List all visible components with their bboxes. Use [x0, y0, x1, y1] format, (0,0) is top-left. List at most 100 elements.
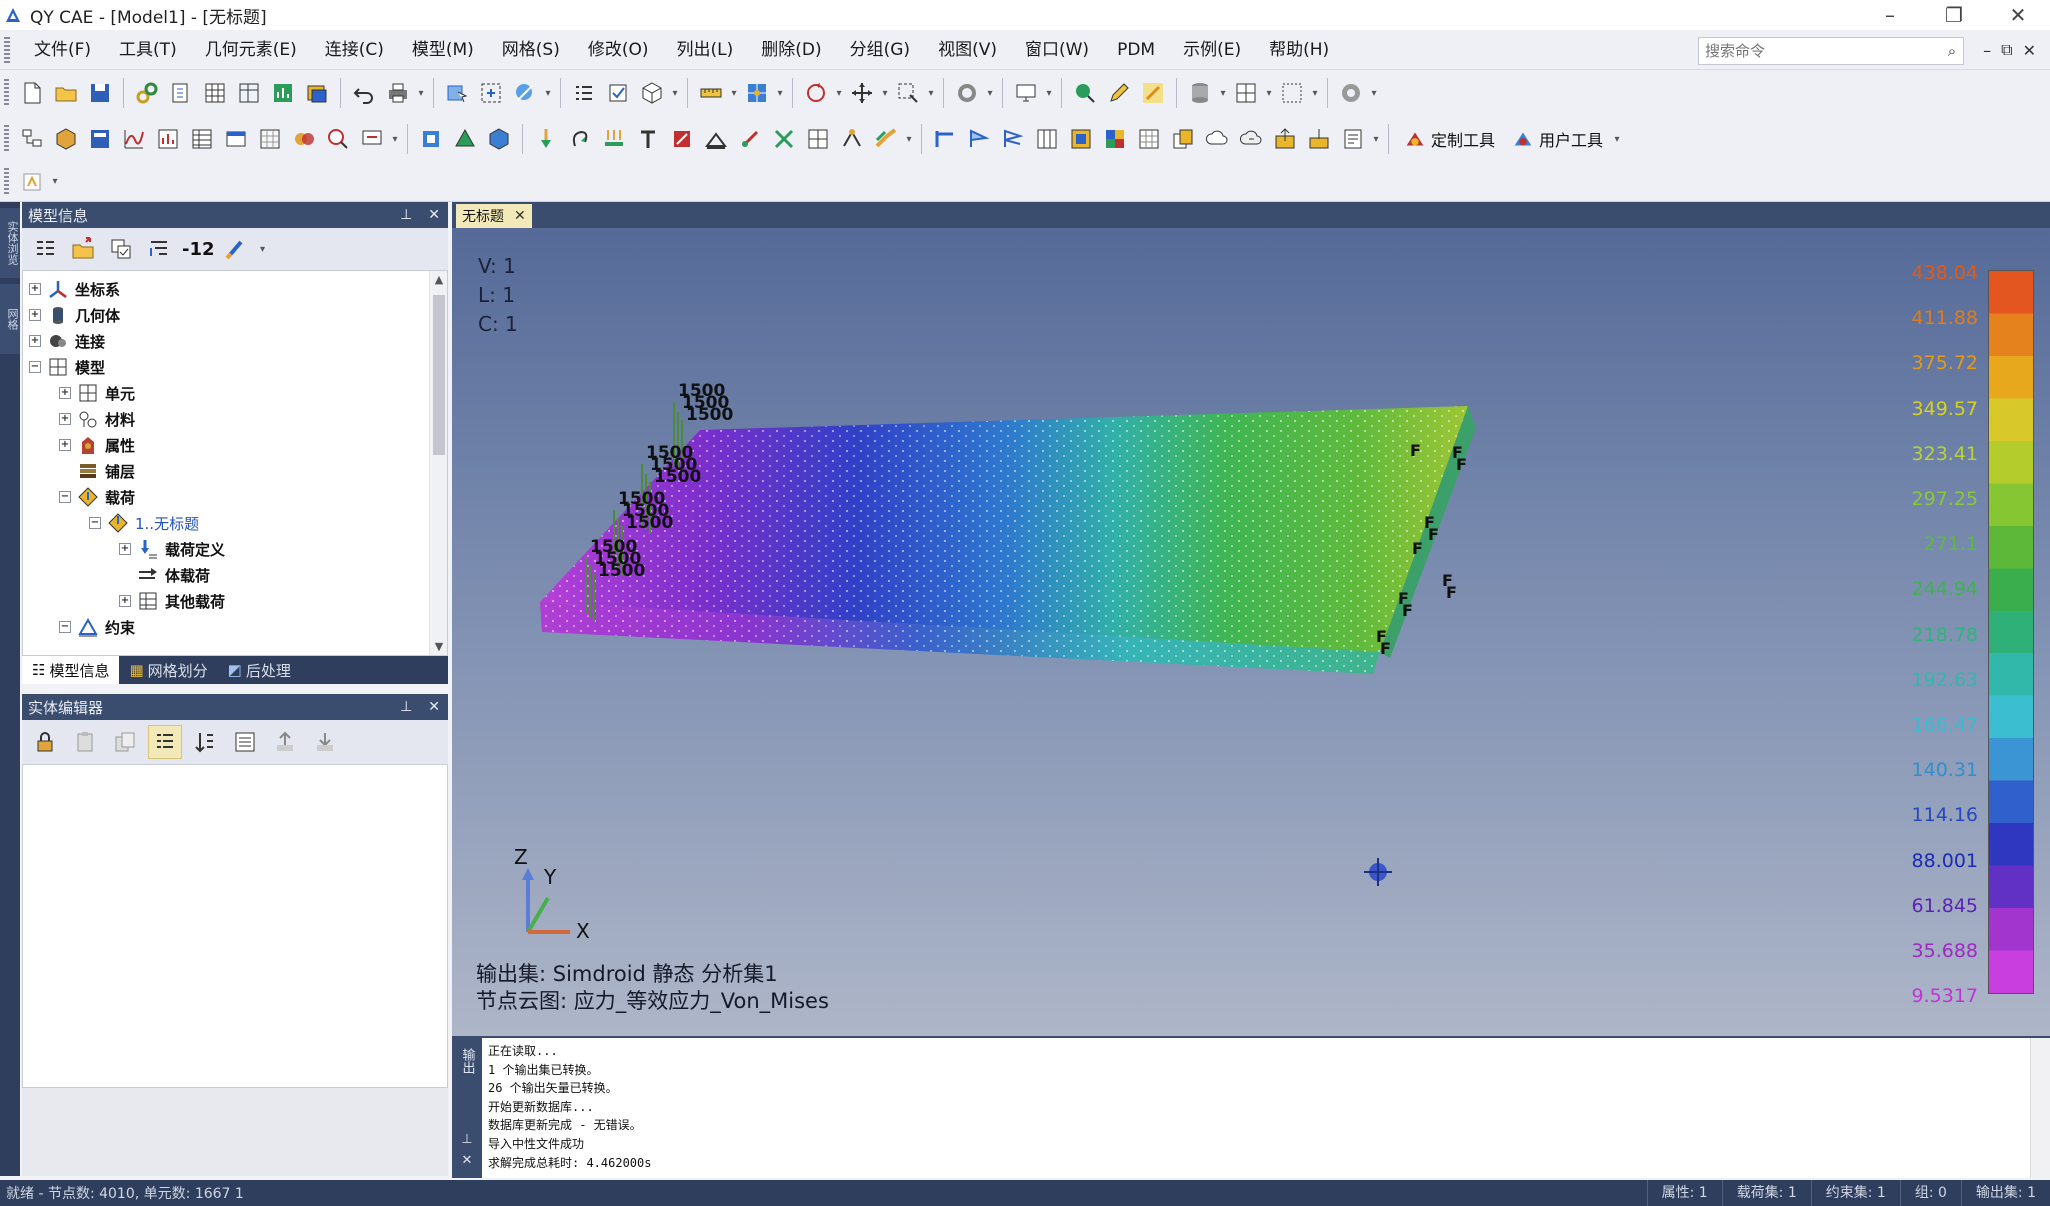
search-icon[interactable]: ⌕ [1941, 42, 1963, 60]
collapse-icon[interactable]: − [59, 621, 71, 633]
grid-display-icon[interactable] [1132, 122, 1166, 156]
tree-item-body-load[interactable]: 体载荷 [119, 562, 210, 588]
mdi-minimize-button[interactable]: – [1983, 41, 1991, 60]
tab-model-info[interactable]: ☷ 模型信息 [22, 656, 120, 684]
export-icon[interactable] [1268, 122, 1302, 156]
document-icon[interactable] [1336, 122, 1370, 156]
pick-icon[interactable] [508, 76, 542, 110]
menu-help[interactable]: 帮助(H) [1255, 30, 1343, 70]
dropdown-arrow-icon[interactable]: ▾ [49, 176, 61, 187]
menu-modify[interactable]: 修改(O) [574, 30, 663, 70]
curve-plot-icon[interactable] [117, 122, 151, 156]
tree-item-property[interactable]: + 属性 [59, 432, 135, 458]
rotation-center-icon[interactable] [1364, 858, 1392, 886]
material-db-icon[interactable] [83, 122, 117, 156]
tree-view-icon[interactable] [28, 232, 62, 266]
categorized-icon[interactable] [148, 725, 182, 759]
force-load-icon[interactable] [529, 122, 563, 156]
tree-item-other-load[interactable]: + 其他载荷 [119, 588, 225, 614]
render-icon[interactable] [1068, 76, 1102, 110]
search-entity-icon[interactable] [321, 122, 355, 156]
dock-tab-mesh[interactable]: 网格 [0, 284, 20, 354]
scroll-down-icon[interactable]: ▼ [430, 640, 447, 653]
property-pages-icon[interactable] [228, 725, 262, 759]
toolbar-grip[interactable] [4, 125, 9, 153]
data-table-icon[interactable] [185, 122, 219, 156]
menu-examples[interactable]: 示例(E) [1169, 30, 1255, 70]
wireframe-icon[interactable] [1030, 122, 1064, 156]
spreadsheet-icon[interactable] [253, 122, 287, 156]
check-items-icon[interactable] [104, 232, 138, 266]
brush-icon[interactable] [219, 232, 253, 266]
expand-icon[interactable]: + [29, 335, 41, 347]
open-folder-icon[interactable] [49, 76, 83, 110]
monitor-icon[interactable] [1009, 76, 1043, 110]
contact-icon[interactable] [869, 122, 903, 156]
box-select-icon[interactable] [1275, 76, 1309, 110]
console-tab-output[interactable]: 输出 [458, 1048, 477, 1074]
grid-constraint-icon[interactable] [801, 122, 835, 156]
pressure-load-icon[interactable] [597, 122, 631, 156]
export-entity-icon[interactable] [268, 725, 302, 759]
mesh-grid-icon[interactable] [198, 76, 232, 110]
create-element-icon[interactable] [448, 122, 482, 156]
custom-tools-button[interactable]: 定制工具 [1395, 122, 1503, 156]
paste-icon[interactable] [68, 725, 102, 759]
toolbar-grip[interactable] [4, 79, 9, 107]
collapse-icon[interactable]: − [89, 517, 101, 529]
macro-icon[interactable] [15, 165, 49, 199]
menubar-grip[interactable] [4, 36, 10, 63]
create-node-icon[interactable] [414, 122, 448, 156]
scroll-up-icon[interactable]: ▲ [430, 273, 447, 286]
copy-icon[interactable] [1166, 122, 1200, 156]
dropdown-arrow-icon[interactable]: ▾ [415, 88, 427, 99]
dropdown-arrow-icon[interactable]: ▾ [984, 88, 996, 99]
menu-list[interactable]: 列出(L) [663, 30, 748, 70]
tree-item-load[interactable]: − 载荷 [59, 484, 135, 510]
dropdown-arrow-icon[interactable]: ▾ [1263, 88, 1275, 99]
settings-icon[interactable] [1334, 76, 1368, 110]
close-icon[interactable]: ✕ [462, 1153, 473, 1168]
tree-item-connection[interactable]: + 连接 [29, 328, 105, 354]
pencil-icon[interactable] [1102, 76, 1136, 110]
zoom-box-icon[interactable] [891, 76, 925, 110]
dropdown-arrow-icon[interactable]: ▾ [1217, 88, 1229, 99]
close-icon[interactable]: ✕ [428, 699, 440, 715]
upload-icon[interactable] [1302, 122, 1336, 156]
tab-meshing[interactable]: ▦ 网格划分 [119, 656, 217, 684]
expand-icon[interactable]: + [59, 387, 71, 399]
pin-icon[interactable]: ⊥ [400, 207, 412, 223]
dropdown-arrow-icon[interactable]: ▾ [1368, 88, 1380, 99]
tree-level-value[interactable]: -12 [182, 239, 215, 260]
user-tools-button[interactable]: 用户工具 [1503, 122, 1611, 156]
mdi-restore-button[interactable]: ⧉ [2001, 40, 2012, 60]
list-icon[interactable] [567, 76, 601, 110]
panel-icon[interactable] [219, 122, 253, 156]
tree-item-geometry[interactable]: + 几何体 [29, 302, 120, 328]
dropdown-arrow-icon[interactable]: ▾ [774, 88, 786, 99]
menu-window[interactable]: 窗口(W) [1011, 30, 1103, 70]
select-entity-icon[interactable] [440, 76, 474, 110]
dropdown-arrow-icon[interactable]: ▾ [669, 88, 681, 99]
frame-select-icon[interactable] [474, 76, 508, 110]
import-entity-icon[interactable] [308, 725, 342, 759]
tree-item-model[interactable]: − 模型 [29, 354, 105, 380]
cloud-sync-icon[interactable] [1234, 122, 1268, 156]
display-icon[interactable] [355, 122, 389, 156]
shaded-icon[interactable] [1064, 122, 1098, 156]
tree-item-load-definition[interactable]: + 载荷定义 [119, 536, 225, 562]
copy-entity-icon[interactable] [108, 725, 142, 759]
chart-icon[interactable] [151, 122, 185, 156]
layers-icon[interactable] [300, 76, 334, 110]
display-nodes-icon[interactable] [928, 122, 962, 156]
ruler-icon[interactable] [694, 76, 728, 110]
expand-icon[interactable]: + [29, 309, 41, 321]
undo-icon[interactable] [347, 76, 381, 110]
menu-tools[interactable]: 工具(T) [105, 30, 191, 70]
display-loads-icon[interactable] [996, 122, 1030, 156]
menu-group[interactable]: 分组(G) [836, 30, 924, 70]
dropdown-arrow-icon[interactable]: ▾ [1370, 134, 1382, 145]
mesh-quality-icon[interactable] [740, 76, 774, 110]
dropdown-arrow-icon[interactable]: ▾ [925, 88, 937, 99]
import-icon[interactable] [164, 76, 198, 110]
